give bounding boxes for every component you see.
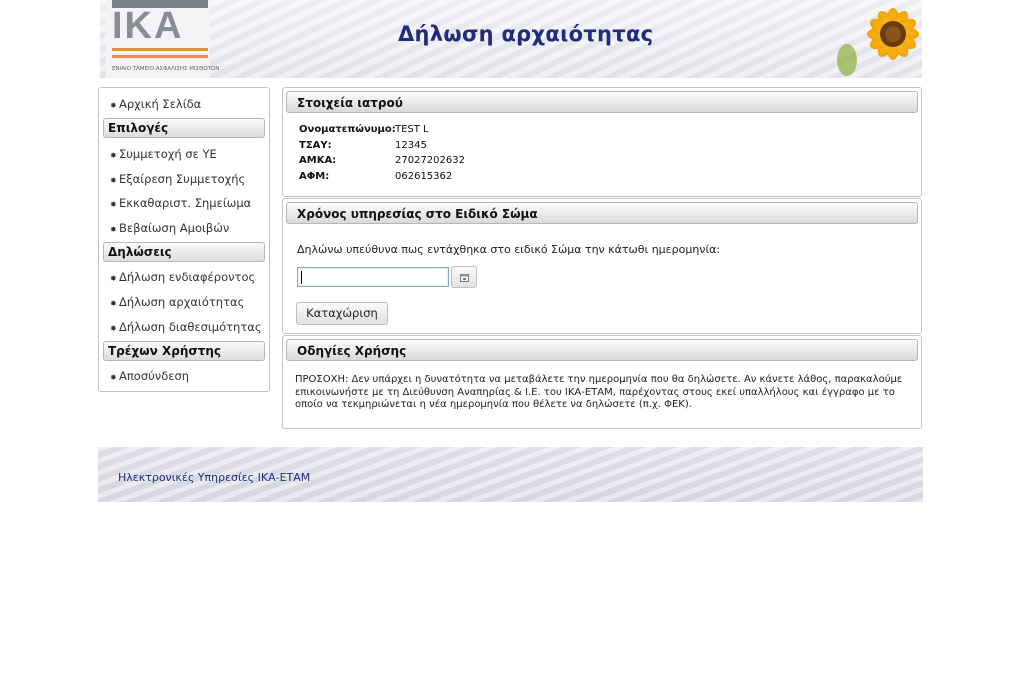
sidebar-item-exemption[interactable]: ✸ Εξαίρεση Συμμετοχής	[110, 172, 245, 186]
amka-value: 27027202632	[395, 155, 465, 166]
bullet-icon: ✸	[110, 225, 117, 234]
footer-text: Ηλεκτρονικές Υπηρεσίες ΙΚΑ-ΕΤΑΜ	[118, 471, 311, 484]
panel-title: Οδηγίες Χρήσης	[286, 339, 918, 361]
submit-button[interactable]: Καταχώριση	[296, 302, 388, 325]
sidebar-item-fee-certificate[interactable]: ✸ Βεβαίωση Αμοιβών	[110, 221, 229, 235]
bullet-icon: ✸	[110, 274, 117, 283]
calendar-button[interactable]	[451, 266, 477, 288]
field-label: ΑΦΜ:	[299, 171, 330, 182]
doctor-details-panel: Στοιχεία ιατρού Ονοματεπώνυμο: TEST L ΤΣ…	[282, 87, 922, 197]
sidebar-item-interest-declaration[interactable]: ✸ Δήλωση ενδιαφέροντος	[110, 270, 255, 284]
bullet-icon: ✸	[110, 373, 117, 382]
calendar-icon	[460, 274, 469, 282]
sidebar-section-declarations: Δηλώσεις	[103, 242, 265, 262]
page-title: Δήλωση αρχαιότητας	[398, 22, 654, 46]
tsay-value: 12345	[395, 140, 427, 151]
field-label: Ονοματεπώνυμο:	[299, 124, 396, 135]
sidebar-item-label: Δήλωση ενδιαφέροντος	[119, 270, 256, 284]
bullet-icon: ✸	[110, 151, 117, 160]
sidebar-item-home[interactable]: ✸ Αρχική Σελίδα	[110, 97, 201, 111]
page-footer: Ηλεκτρονικές Υπηρεσίες ΙΚΑ-ΕΤΑΜ	[98, 447, 923, 502]
sidebar-item-label: Δήλωση αρχαιότητας	[119, 295, 245, 309]
sidebar-section-options: Επιλογές	[103, 118, 265, 138]
logo-text: IKA	[112, 5, 184, 47]
instructions-panel: Οδηγίες Χρήσης ΠΡΟΣΟΧΗ: Δεν υπάρχει η δυ…	[282, 335, 922, 429]
bullet-icon: ✸	[110, 324, 117, 333]
sidebar-item-logout[interactable]: ✸ Αποσύνδεση	[110, 369, 189, 383]
sidebar-item-pay-statement[interactable]: ✸ Εκκαθαριστ. Σημείωμα	[110, 196, 251, 210]
field-label: ΑΜΚΑ:	[299, 155, 337, 166]
sidebar-item-participation[interactable]: ✸ Συμμετοχή σε ΥΕ	[110, 147, 217, 161]
sidebar-menu: ✸ Αρχική Σελίδα Επιλογές ✸ Συμμετοχή σε ΥΕ…	[98, 87, 270, 392]
sidebar-item-label: Εκκαθαριστ. Σημείωμα	[119, 196, 252, 210]
field-label: ΤΣΑΥ:	[299, 140, 332, 151]
instructions-text: ΠΡΟΣΟΧΗ: Δεν υπάρχει η δυνατότητα να μετ…	[295, 374, 903, 410]
sidebar-item-label: Βεβαίωση Αμοιβών	[119, 221, 230, 235]
sidebar-item-label: Αρχική Σελίδα	[119, 97, 202, 111]
sidebar-item-seniority-declaration[interactable]: ✸ Δήλωση αρχαιότητας	[110, 295, 244, 309]
sidebar-section-current-user: Τρέχων Χρήστης	[103, 341, 265, 361]
panel-title: Χρόνος υπηρεσίας στο Ειδικό Σώμα	[286, 202, 918, 224]
sunflower-image	[837, 8, 919, 76]
date-input[interactable]	[297, 267, 449, 287]
sidebar-item-label: Εξαίρεση Συμμετοχής	[119, 172, 246, 186]
sidebar-item-label: Συμμετοχή σε ΥΕ	[119, 147, 217, 161]
bullet-icon: ✸	[110, 176, 117, 185]
afm-value: 062615362	[395, 171, 453, 182]
doctor-name-value: TEST L	[395, 124, 429, 135]
bullet-icon: ✸	[110, 101, 117, 110]
page-header: IKA ΕΝΙΑΙΟ ΤΑΜΕΙΟ ΑΣΦΑΛΙΣΗΣ ΜΙΣΘΩΤΩΝ Δήλ…	[100, 0, 922, 78]
bullet-icon: ✸	[110, 200, 117, 209]
bullet-icon: ✸	[110, 299, 117, 308]
panel-title: Στοιχεία ιατρού	[286, 91, 918, 113]
sidebar-item-availability-declaration[interactable]: ✸ Δήλωση διαθεσιμότητας	[110, 320, 262, 334]
declaration-statement: Δηλώνω υπεύθυνα πως εντάχθηκα στο ειδικό…	[297, 243, 721, 256]
sidebar-item-label: Αποσύνδεση	[119, 369, 190, 383]
service-time-panel: Χρόνος υπηρεσίας στο Ειδικό Σώμα Δηλώνω …	[282, 198, 922, 334]
logo-subtitle: ΕΝΙΑΙΟ ΤΑΜΕΙΟ ΑΣΦΑΛΙΣΗΣ ΜΙΣΘΩΤΩΝ	[112, 66, 220, 72]
ika-logo: IKA ΕΝΙΑΙΟ ΤΑΜΕΙΟ ΑΣΦΑΛΙΣΗΣ ΜΙΣΘΩΤΩΝ	[106, 0, 220, 78]
sidebar-item-label: Δήλωση διαθεσιμότητας	[119, 320, 262, 334]
